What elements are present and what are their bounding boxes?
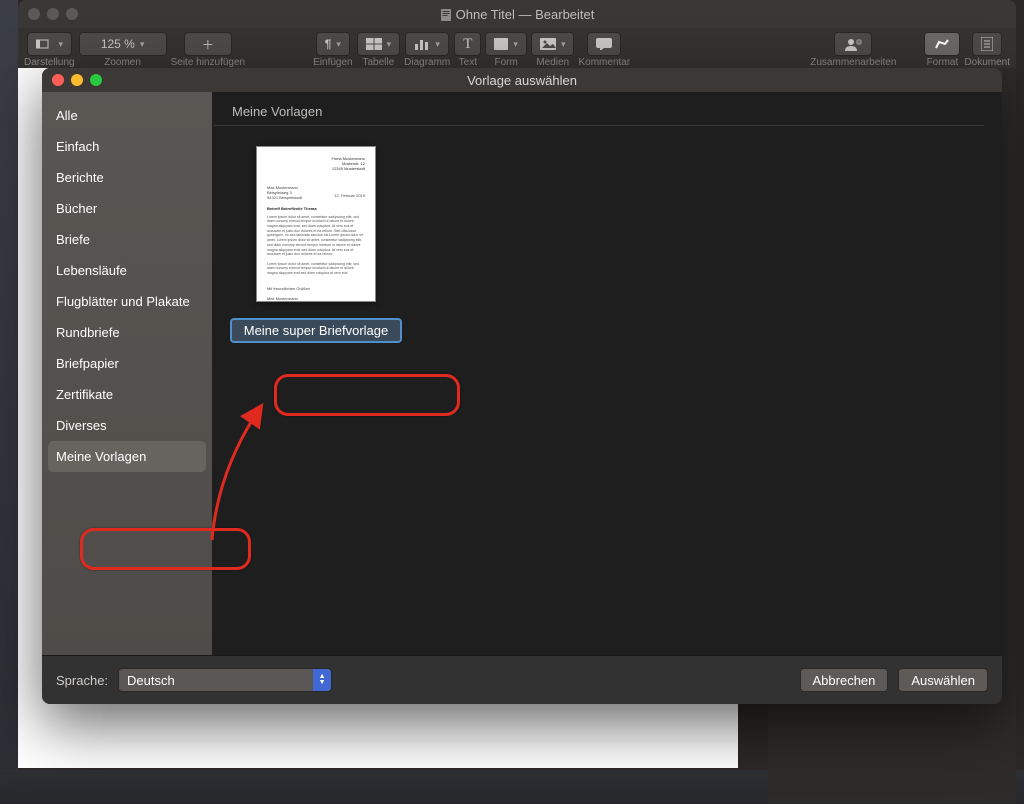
sidebar-item-b-cher[interactable]: Bücher — [42, 193, 212, 224]
dialog-titlebar: Vorlage auswählen — [42, 68, 1002, 92]
main-window-titlebar: Ohne Titel — Bearbeitet — [18, 0, 1016, 28]
insert-button[interactable]: ¶▾ — [316, 32, 350, 56]
desktop-background-left — [0, 0, 18, 804]
template-content-area: Meine Vorlagen Firma MustermannMusterstr… — [212, 92, 1002, 656]
language-select[interactable]: Deutsch ▲▼ — [118, 668, 332, 692]
sidebar-item-meine-vorlagen[interactable]: Meine Vorlagen — [48, 441, 206, 472]
select-stepper-icon: ▲▼ — [313, 669, 331, 691]
template-thumbnail[interactable]: Firma MustermannMusterstr. 1212345 Muste… — [256, 146, 376, 302]
dialog-footer: Sprache: Deutsch ▲▼ Abbrechen Auswählen — [42, 655, 1002, 704]
main-toolbar: ▾ Darstellung 125 %▾ Zoomen ＋ Seite hinz… — [18, 28, 1016, 72]
collaborate-button[interactable]: + — [834, 32, 872, 56]
sidebar-item-diverses[interactable]: Diverses — [42, 410, 212, 441]
media-button[interactable]: ▾ — [531, 32, 575, 56]
language-label: Sprache: — [56, 673, 108, 688]
format-button[interactable] — [924, 32, 960, 56]
zoom-label: Zoomen — [104, 57, 141, 68]
svg-text:+: + — [858, 40, 862, 46]
document-icon — [440, 9, 452, 21]
chart-button[interactable]: ▾ — [405, 32, 449, 56]
toolbar-view-group: ▾ Darstellung — [24, 32, 75, 68]
sidebar-item-briefpapier[interactable]: Briefpapier — [42, 348, 212, 379]
dialog-title: Vorlage auswählen — [42, 73, 1002, 88]
sidebar-item-lebensl-ufe[interactable]: Lebensläufe — [42, 255, 212, 286]
template-name-input[interactable] — [230, 318, 402, 343]
sidebar-item-rundbriefe[interactable]: Rundbriefe — [42, 317, 212, 348]
template-item[interactable]: Firma MustermannMusterstr. 1212345 Muste… — [230, 146, 402, 343]
add-page-label: Seite hinzufügen — [171, 57, 246, 68]
zoom-button[interactable]: 125 %▾ — [79, 32, 167, 56]
view-label: Darstellung — [24, 57, 75, 68]
toolbar-zoom-group: 125 %▾ Zoomen — [79, 32, 167, 68]
view-button[interactable]: ▾ — [27, 32, 73, 56]
sidebar-item-briefe[interactable]: Briefe — [42, 224, 212, 255]
sidebar-item-flugbl-tter-und-plakate[interactable]: Flugblätter und Plakate — [42, 286, 212, 317]
add-page-button[interactable]: ＋ — [184, 32, 232, 56]
language-value: Deutsch — [119, 673, 313, 688]
toolbar-addpage-group: ＋ Seite hinzufügen — [171, 32, 246, 68]
sidebar-item-einfach[interactable]: Einfach — [42, 131, 212, 162]
shape-button[interactable]: ▾ — [485, 32, 527, 56]
table-button[interactable]: ▾ — [357, 32, 401, 56]
sidebar-item-zertifikate[interactable]: Zertifikate — [42, 379, 212, 410]
comment-button[interactable] — [587, 32, 621, 56]
content-header: Meine Vorlagen — [214, 92, 984, 126]
sidebar-item-alle[interactable]: Alle — [42, 100, 212, 131]
choose-button[interactable]: Auswählen — [898, 668, 988, 692]
sidebar-item-berichte[interactable]: Berichte — [42, 162, 212, 193]
window-title: Ohne Titel — Bearbeitet — [18, 7, 1016, 22]
cancel-button[interactable]: Abbrechen — [800, 668, 889, 692]
template-category-sidebar: AlleEinfachBerichteBücherBriefeLebensläu… — [42, 92, 212, 656]
text-button[interactable]: T — [454, 32, 481, 56]
template-chooser-dialog: Vorlage auswählen AlleEinfachBerichteBüc… — [42, 68, 1002, 704]
document-button[interactable] — [972, 32, 1002, 56]
